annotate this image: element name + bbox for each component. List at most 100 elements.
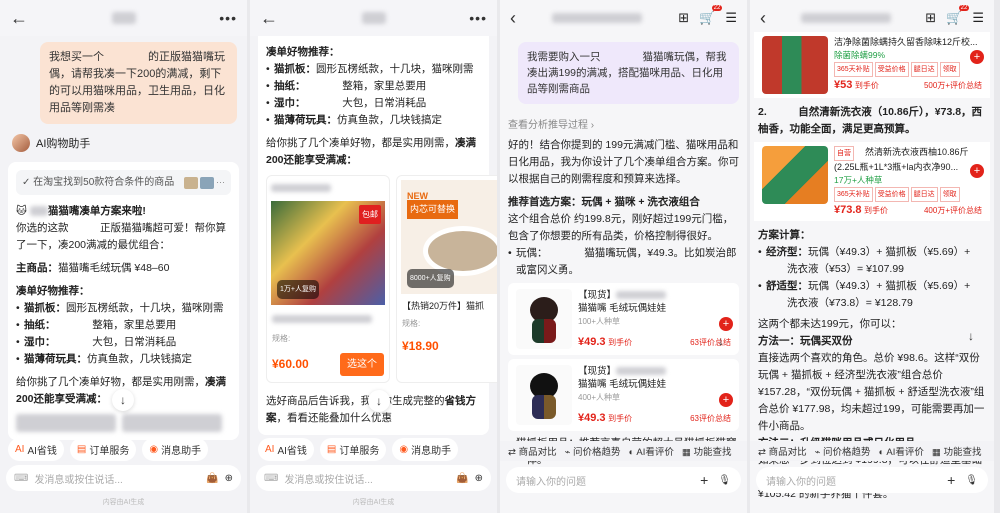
product-card[interactable]: 自营 然清新洗衣液西柚10.86斤 (2.25L瓶+1L*3瓶+la内衣净90.… bbox=[754, 142, 990, 221]
calc-title: 方案计算： bbox=[758, 229, 811, 241]
keyboard-icon[interactable]: ⌨ bbox=[264, 473, 278, 484]
add-icon[interactable]: ⊕ bbox=[475, 473, 483, 484]
review-summary[interactable]: 500万+评价总结 bbox=[924, 79, 982, 92]
chip-order-service[interactable]: ▤ 订单服务 bbox=[69, 438, 137, 461]
user-message: 我想买一个 的正版猫猫嘴玩偶，请帮我凑一下200的满减，剩下的可以用猫咪用品，卫… bbox=[40, 42, 237, 124]
product-title: 洁净除菌除螨持久留香除味12斤校... bbox=[834, 37, 978, 47]
plus-icon[interactable]: + bbox=[947, 472, 955, 488]
back-arrow-icon[interactable]: ← bbox=[10, 8, 28, 29]
analysis-toggle[interactable]: 查看分析推导过程 › bbox=[508, 116, 739, 131]
more-icon[interactable]: ••• bbox=[469, 10, 487, 26]
tool-price-trend[interactable]: ⌁ 问价格趋势 bbox=[815, 444, 871, 458]
mic-icon[interactable]: 🎙 bbox=[718, 475, 731, 486]
message-icon: ◉ bbox=[149, 444, 159, 455]
repurchase-count: 1万+人复购 bbox=[277, 280, 319, 299]
result-thumbnails: ··· bbox=[184, 174, 225, 191]
new-chat-icon[interactable]: ⊞ bbox=[925, 10, 936, 26]
input-placeholder: 请输入你的问题 bbox=[516, 476, 586, 488]
screen-jd-2: ‹ ⊞ 🛒 22 ☰ 洁净除菌除螨持久留香除味12斤校... 除菌除螨99% 36… bbox=[750, 0, 994, 513]
add-to-cart-button[interactable]: + bbox=[970, 164, 984, 178]
plus-icon[interactable]: + bbox=[700, 472, 708, 488]
main-product-line: 主商品：猫猫嘴毛绒玩偶 ¥48–60 bbox=[16, 262, 170, 274]
new-chat-icon[interactable]: ⊞ bbox=[678, 10, 689, 26]
product-card[interactable]: 包邮 1万+人复购 规格: ¥60.00 选这个 bbox=[266, 175, 390, 383]
scroll-down-icon[interactable]: ↓ bbox=[368, 390, 390, 412]
self-operated-tag: 自营 bbox=[834, 146, 854, 161]
product-tag: 除菌除螨99% bbox=[834, 50, 886, 60]
tool-function-search[interactable]: ▦ 功能查找 bbox=[932, 444, 982, 458]
chip-order-service[interactable]: ▤ 订单服务 bbox=[319, 438, 387, 461]
product-tag: 17万+人种草 bbox=[834, 175, 883, 185]
spec-label: 规格: bbox=[402, 319, 421, 328]
product-card[interactable]: 洁净除菌除螨持久留香除味12斤校... 除菌除螨99% 365天补贴 受益价格 腿日… bbox=[754, 32, 990, 98]
ai-icon: AI bbox=[265, 444, 275, 455]
scroll-down-icon[interactable]: ↓ bbox=[960, 325, 982, 347]
tool-function-search[interactable]: ▦ 功能查找 bbox=[682, 444, 732, 458]
menu-icon[interactable]: ☰ bbox=[972, 10, 984, 26]
input-placeholder: 请输入你的问题 bbox=[766, 476, 836, 488]
top-bar: ← ••• bbox=[0, 0, 247, 36]
avatar bbox=[12, 134, 30, 152]
tool-compare[interactable]: ⇄ 商品对比 bbox=[508, 444, 557, 458]
closing-text: 给你挑了几个凑单好物，都是实用刚需，凑满200还能享受满减： bbox=[266, 137, 476, 166]
choose-this-button[interactable]: 选这个 bbox=[340, 353, 384, 376]
chat-title-redacted bbox=[111, 12, 136, 24]
rec-title: 凑单好物推荐： bbox=[16, 285, 90, 297]
scroll-down-icon[interactable]: ↓ bbox=[112, 389, 134, 411]
chip-message-assistant[interactable]: ◉ 消息助手 bbox=[392, 438, 459, 461]
list-item: 猫抓板：圆形瓦楞纸款，十几块，猫咪刚需 bbox=[266, 61, 481, 78]
back-arrow-icon[interactable]: ← bbox=[260, 8, 278, 29]
search-result-summary[interactable]: ✓ 在淘宝找到50款符合条件的商品 ··· bbox=[16, 170, 231, 195]
chip-ai-save[interactable]: AI AI省钱 bbox=[258, 438, 314, 461]
message-input[interactable]: ⌨ 发消息或按住说话... 👜 ⊕ bbox=[256, 465, 491, 491]
add-to-cart-button[interactable]: + bbox=[719, 393, 733, 407]
product-card[interactable]: 【现货】 猫猫嘴 毛绒玩偶娃娃 400+人种草 ¥49.3 到手价 63评价总结… bbox=[508, 359, 739, 431]
tool-ai-review[interactable]: ◐ AI看评价 bbox=[879, 444, 924, 458]
rec-title: 凑单好物推荐： bbox=[266, 46, 340, 58]
assistant-reply-card: 凑单好物推荐： 猫抓板：圆形瓦楞纸款，十几块，猫咪刚需 抽纸： 整箱，家里总要用… bbox=[258, 36, 497, 435]
back-arrow-icon[interactable]: ‹ bbox=[760, 8, 766, 29]
menu-icon[interactable]: ☰ bbox=[725, 10, 737, 26]
tool-ai-review[interactable]: ◐ AI看评价 bbox=[629, 444, 674, 458]
add-to-cart-button[interactable]: + bbox=[970, 50, 984, 64]
scroll-down-icon[interactable]: ↓ bbox=[710, 330, 732, 352]
bag-icon[interactable]: 👜 bbox=[456, 473, 468, 484]
keyboard-icon[interactable]: ⌨ bbox=[14, 473, 28, 484]
back-arrow-icon[interactable]: ‹ bbox=[510, 8, 516, 29]
stock-tag: 【现货】 bbox=[578, 290, 617, 301]
add-to-cart-button[interactable]: + bbox=[719, 317, 733, 331]
message-input[interactable]: ⌨ 发消息或按住说话... 👜 ⊕ bbox=[6, 465, 241, 491]
list-item: 抽纸： 整箱，家里总要用 bbox=[266, 78, 481, 95]
list-item: • 玩偶： 猫猫嘴玩偶，¥49.3。比如炭治郎或富冈义勇。 bbox=[508, 247, 737, 276]
chip-message-assistant[interactable]: ◉ 消息助手 bbox=[142, 438, 209, 461]
screen-jd-1: ‹ ⊞ 🛒 22 ☰ 我需要购入一只 猫猫嘴玩偶，帮我凑出满199的满减，搭配猫咪… bbox=[500, 0, 747, 513]
review-summary[interactable]: 400万+评价总结 bbox=[924, 204, 982, 217]
cart-icon[interactable]: 🛒 22 bbox=[946, 5, 970, 26]
chip-ai-save[interactable]: AI AI省钱 bbox=[8, 438, 64, 461]
product-title: 【热销20万件】猫抓 bbox=[402, 301, 485, 311]
bag-icon[interactable]: 👜 bbox=[206, 473, 218, 484]
add-icon[interactable]: ⊕ bbox=[225, 473, 233, 484]
question-input[interactable]: 请输入你的问题 + 🎙 bbox=[756, 467, 988, 493]
message-icon: ◉ bbox=[399, 444, 409, 455]
tool-price-trend[interactable]: ⌁ 问价格趋势 bbox=[565, 444, 621, 458]
cart-icon[interactable]: 🛒 22 bbox=[699, 5, 723, 26]
quick-actions: AI AI省钱 ▤ 订单服务 ◉ 消息助手 bbox=[250, 438, 497, 461]
mic-icon[interactable]: 🎙 bbox=[965, 475, 978, 486]
reply-paragraph: 这两个都未达199元，你可以： bbox=[758, 318, 902, 330]
order-icon: ▤ bbox=[76, 444, 87, 455]
product-title: 然清新洗衣液西柚10.86斤 (2.25L瓶+1L*3瓶+la内衣净90... bbox=[834, 147, 969, 172]
question-input[interactable]: 请输入你的问题 + 🎙 bbox=[506, 467, 741, 493]
tool-compare[interactable]: ⇄ 商品对比 bbox=[758, 444, 807, 458]
more-icon[interactable]: ••• bbox=[219, 10, 237, 26]
ai-disclaimer: 内容由AI生成 bbox=[102, 499, 145, 506]
cart-badge: 22 bbox=[958, 5, 970, 11]
review-summary[interactable]: 63评价总结 bbox=[690, 412, 731, 425]
product-image: NEW 内芯可替换 8000+人复购 bbox=[401, 180, 497, 294]
quick-actions: AI AI省钱 ▤ 订单服务 ◉ 消息助手 bbox=[0, 438, 247, 461]
product-card[interactable]: 【现货】 猫猫嘴 毛绒玩偶娃娃 100+人种草 ¥49.3 到手价 63评价总结… bbox=[508, 283, 739, 355]
ai-icon: AI bbox=[15, 444, 25, 455]
order-icon: ▤ bbox=[326, 444, 337, 455]
product-card[interactable]: NEW 内芯可替换 8000+人复购 【热销20万件】猫抓 规格: ¥18.90 bbox=[396, 175, 497, 383]
screen-taobao-2: ← ••• 凑单好物推荐： 猫抓板：圆形瓦楞纸款，十几块，猫咪刚需 抽纸： 整箱… bbox=[250, 0, 497, 513]
